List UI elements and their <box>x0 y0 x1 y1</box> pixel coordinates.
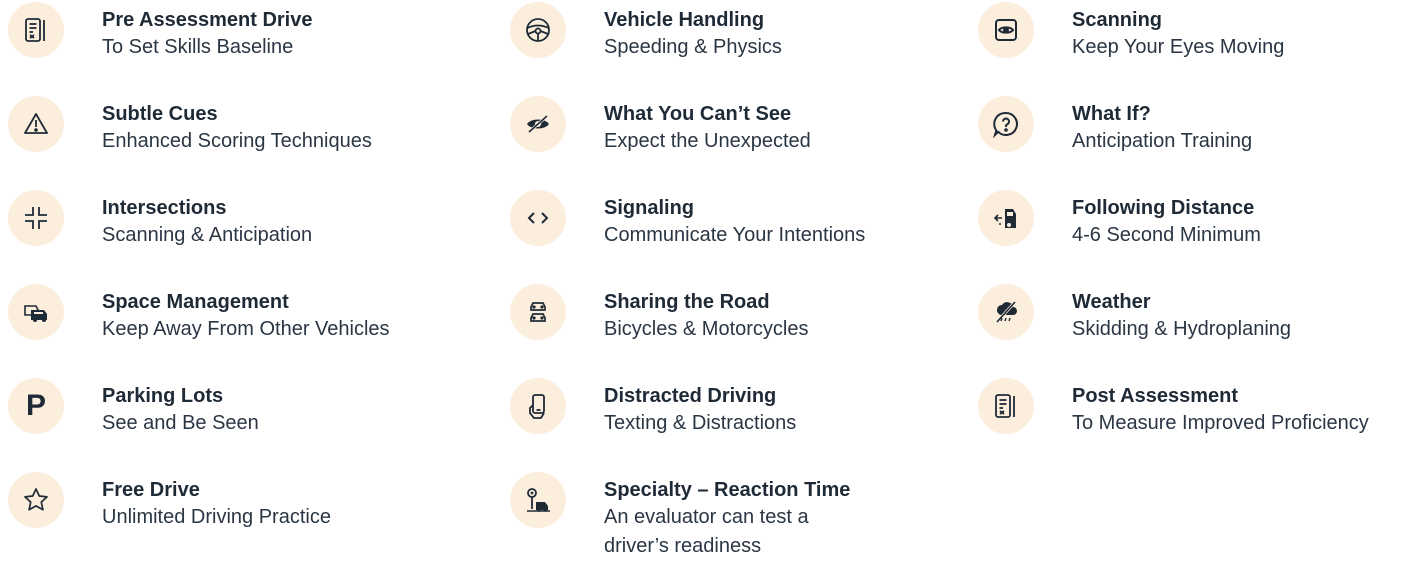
feature-title: Pre Assessment Drive <box>102 9 313 31</box>
feature-subtitle: Communicate Your Intentions <box>604 224 866 246</box>
steering-wheel-icon <box>510 2 566 58</box>
warning-triangle-icon <box>8 96 64 152</box>
two-cars-icon <box>510 284 566 340</box>
feature-title: What If? <box>1072 103 1151 125</box>
feature-title: Space Management <box>102 291 289 313</box>
feature-subtitle: Keep Away From Other Vehicles <box>102 318 390 340</box>
question-bubble-icon <box>978 96 1034 152</box>
feature-title: Weather <box>1072 291 1151 313</box>
feature-title: Scanning <box>1072 9 1163 31</box>
feature-subtitle: Bicycles & Motorcycles <box>604 318 809 340</box>
feature-subtitle: Expect the Unexpected <box>604 130 811 152</box>
cars-icon <box>8 284 64 340</box>
phone-hand-icon <box>510 378 566 434</box>
feature-subtitle: Unlimited Driving Practice <box>102 506 331 528</box>
feature-subtitle: See and Be Seen <box>102 412 259 434</box>
feature-subtitle: Keep Your Eyes Moving <box>1072 36 1285 58</box>
intersection-icon <box>8 190 64 246</box>
feature-title: Specialty – Reaction Time <box>604 479 851 501</box>
feature-title: Vehicle Handling <box>604 9 765 31</box>
feature-title: Signaling <box>604 197 694 219</box>
feature-title: Parking Lots <box>102 385 224 407</box>
feature-subtitle: To Set Skills Baseline <box>102 36 294 58</box>
feature-title: What You Can’t See <box>604 103 792 125</box>
weather-icon <box>978 284 1034 340</box>
feature-subtitle: 4-6 Second Minimum <box>1072 224 1261 246</box>
parking-icon: P <box>8 378 64 434</box>
feature-subtitle: Scanning & Anticipation <box>102 224 313 246</box>
star-icon <box>8 472 64 528</box>
clipboard-icon <box>8 2 64 58</box>
feature-subtitle: Speeding & Physics <box>604 36 782 58</box>
feature-subtitle: An evaluator can test a driver’s readine… <box>604 506 809 557</box>
feature-title: Distracted Driving <box>604 385 777 407</box>
feature-subtitle: Enhanced Scoring Techniques <box>102 130 372 152</box>
eye-frame-icon <box>978 2 1034 58</box>
feature-title: Post Assessment <box>1072 385 1238 407</box>
signal-arrows-icon <box>510 190 566 246</box>
reaction-time-icon <box>510 472 566 528</box>
feature-title: Following Distance <box>1072 197 1255 219</box>
following-distance-icon <box>978 190 1034 246</box>
clipboard-icon <box>978 378 1034 434</box>
feature-subtitle: To Measure Improved Proficiency <box>1072 412 1369 434</box>
feature-title: Intersections <box>102 197 227 219</box>
eye-slash-icon <box>510 96 566 152</box>
feature-title: Free Drive <box>102 479 200 501</box>
parking-glyph: P <box>25 389 46 422</box>
feature-title: Subtle Cues <box>102 103 218 125</box>
feature-subtitle: Texting & Distractions <box>604 412 797 434</box>
feature-subtitle: Anticipation Training <box>1072 130 1253 152</box>
feature-title: Sharing the Road <box>604 291 770 313</box>
feature-subtitle: Skidding & Hydroplaning <box>1072 318 1292 340</box>
